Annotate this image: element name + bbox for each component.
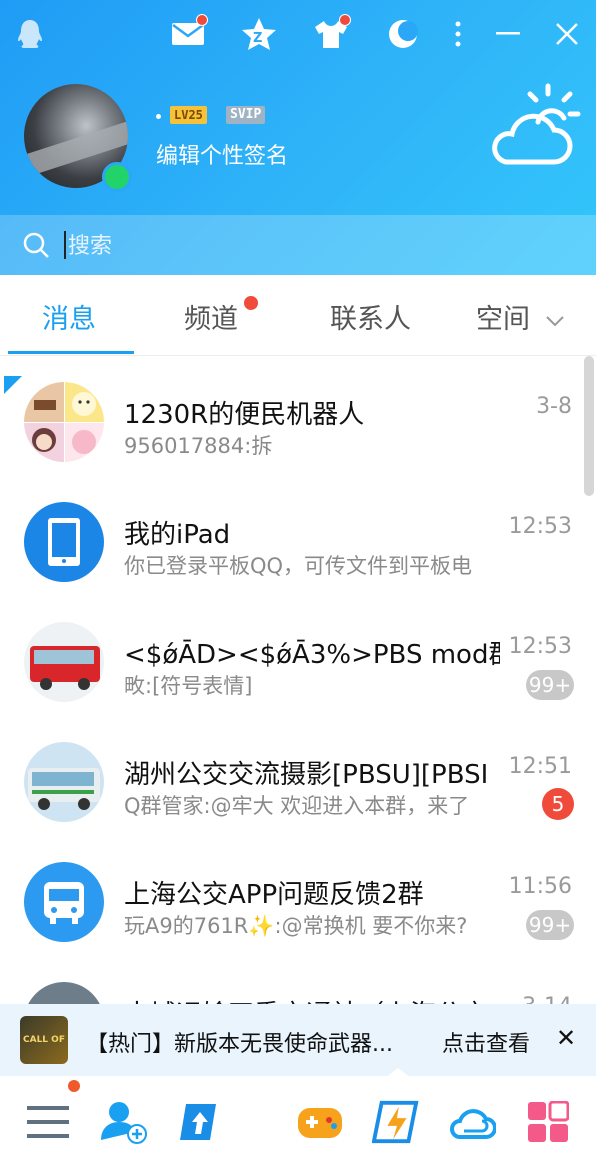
menu-notification-dot <box>68 1080 80 1092</box>
conversation-preview: 玩A9的761R✨:@常换机 要不你来? <box>124 914 468 938</box>
game-icon: CALL OF DUTY <box>20 1016 68 1093</box>
tab-contacts[interactable]: 联系人 <box>330 297 411 336</box>
conversation-time: 12:53 <box>508 634 572 659</box>
bus-avatar <box>24 982 104 1004</box>
ipad-avatar-icon <box>24 502 104 582</box>
weather-moon-icon[interactable] <box>381 12 425 56</box>
active-tab-indicator <box>8 351 134 354</box>
conversation-row[interactable]: 上海公交APP问题反馈2群 玩A9的761R✨:@常换机 要不你来? 11:56… <box>0 836 596 956</box>
tab-channels[interactable]: 频道 <box>184 297 238 336</box>
unread-badge: 5 <box>542 788 574 820</box>
channel-notification-dot <box>244 296 258 310</box>
qq-penguin-icon[interactable] <box>8 12 52 56</box>
bus-app-avatar-icon <box>24 862 104 942</box>
bus-avatar <box>24 742 104 822</box>
file-transfer-icon[interactable] <box>176 1098 224 1146</box>
conversation-preview: 畋:[符号表情] <box>124 674 253 698</box>
conversation-name: 湖州公交交流摄影[PBSU][PBSI <box>124 760 489 790</box>
tab-space[interactable]: 空间 <box>476 297 565 336</box>
menu-icon[interactable] <box>24 1098 72 1146</box>
cloud-icon[interactable] <box>448 1098 496 1146</box>
status-dot <box>156 114 161 119</box>
level-badge[interactable]: LV25 <box>170 106 207 124</box>
bus-avatar <box>24 622 104 702</box>
conversation-row[interactable]: 1230R的便民机器人 956017884:拆 3-8 <box>0 356 596 476</box>
zone-star-icon[interactable]: Z <box>237 12 281 56</box>
signature-text[interactable]: 编辑个性签名 <box>156 138 288 170</box>
search-input[interactable] <box>66 228 570 264</box>
conversation-row[interactable]: 湖州公交交流摄影[PBSU][PBSI Q群管家:@牢大 欢迎进入本群，来了 1… <box>0 716 596 836</box>
conversation-time: 12:51 <box>508 754 572 779</box>
title-bar: Z <box>0 12 596 56</box>
mail-icon[interactable] <box>166 12 210 56</box>
search-bar[interactable] <box>0 215 596 275</box>
unread-badge: 99+ <box>526 910 574 940</box>
conversation-time: 3-8 <box>536 394 572 419</box>
svip-badge[interactable]: SVIP <box>226 106 266 124</box>
search-icon <box>23 232 49 258</box>
promo-banner[interactable]: CALL OF DUTY 【热门】新版本无畏使命武器... 点击查看 ✕ <box>0 1004 596 1093</box>
tab-messages[interactable]: 消息 <box>42 297 96 336</box>
close-icon[interactable] <box>545 12 589 56</box>
scrollbar[interactable] <box>584 356 594 496</box>
game-center-icon[interactable] <box>296 1098 344 1146</box>
unread-badge: 99+ <box>526 670 574 700</box>
promo-view-link[interactable]: 点击查看 <box>442 1026 530 1058</box>
conversation-list: 1230R的便民机器人 956017884:拆 3-8 我的iPad 你已登录平… <box>0 356 596 1004</box>
conversation-name: 1230R的便民机器人 <box>124 400 365 430</box>
weather-cloud-icon[interactable] <box>486 80 584 170</box>
conversation-time: 3-14 <box>522 994 572 1004</box>
apps-grid-icon[interactable] <box>524 1098 572 1146</box>
conversation-preview: 你已登录平板QQ，可传文件到平板电 <box>124 554 473 578</box>
lightning-icon[interactable] <box>372 1098 420 1146</box>
conversation-name: 上海公交APP问题反馈2群 <box>124 880 424 910</box>
svg-text:Z: Z <box>253 31 262 46</box>
conversation-name: <$ǿĀD><$ǿĀ3%>PBS mod群 <box>124 640 500 670</box>
conversation-name: 中城运输四季交通社（上海公交 <box>124 994 500 1004</box>
conversation-row[interactable]: 中城运输四季交通社（上海公交 3-14 <box>0 956 596 1004</box>
chevron-down-icon <box>545 315 564 326</box>
promo-text: 【热门】新版本无畏使命武器... <box>86 1032 393 1057</box>
online-status-icon[interactable] <box>102 162 132 192</box>
conversation-row[interactable]: 我的iPad 你已登录平板QQ，可传文件到平板电 12:53 <box>0 476 596 596</box>
conversation-preview: 956017884:拆 <box>124 434 273 458</box>
conversation-time: 12:53 <box>508 514 572 539</box>
promo-close-button[interactable]: ✕ <box>556 1024 576 1052</box>
add-contact-icon[interactable] <box>100 1098 148 1146</box>
conversation-row[interactable]: <$ǿĀD><$ǿĀ3%>PBS mod群 畋:[符号表情] 12:53 99+ <box>0 596 596 716</box>
bottom-toolbar <box>0 1076 596 1165</box>
pinned-corner-marker <box>4 376 22 394</box>
tab-bar: 消息 频道 联系人 空间 <box>0 275 596 356</box>
minimize-icon[interactable] <box>486 12 530 56</box>
more-icon[interactable] <box>436 12 480 56</box>
tab-space-label: 空间 <box>476 304 530 335</box>
conversation-name: 我的iPad <box>124 520 231 550</box>
conversation-preview: Q群管家:@牢大 欢迎进入本群，来了 <box>124 794 470 818</box>
profile-header: Z LV25 SVIP 编辑个性签名 <box>0 0 596 275</box>
group-avatar <box>24 382 104 462</box>
shirt-icon[interactable] <box>309 12 353 56</box>
conversation-time: 11:56 <box>508 874 572 899</box>
